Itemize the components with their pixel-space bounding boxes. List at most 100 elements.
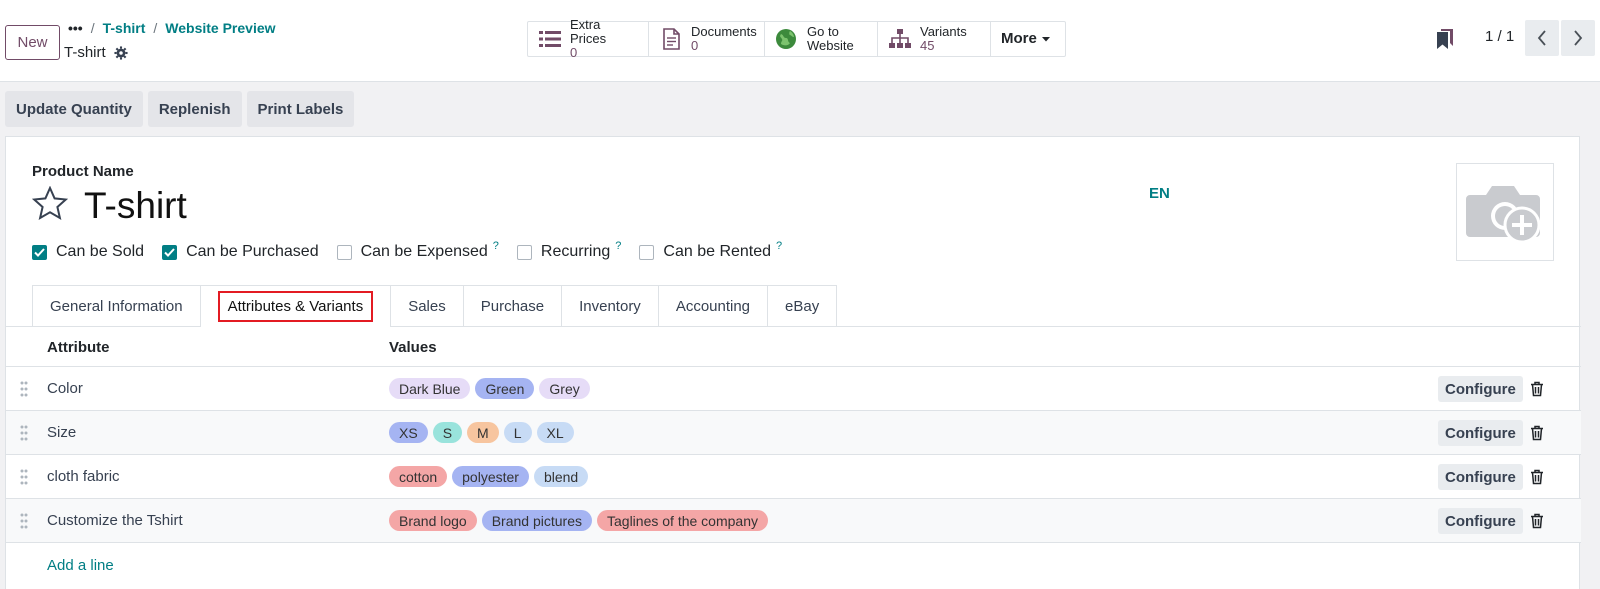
record-title-text: T-shirt [64,44,106,61]
value-tag[interactable]: polyester [452,466,529,487]
value-tag[interactable]: Brand pictures [481,510,592,531]
attribute-values[interactable]: Dark Blue Green Grey [389,378,590,399]
pager-value[interactable]: 1 / 1 [1485,28,1514,45]
extra-prices-button[interactable]: Extra Prices 0 [528,18,649,60]
globe-icon [776,29,796,49]
star-icon[interactable] [32,186,68,222]
attribute-name[interactable]: Size [47,424,76,441]
table-row[interactable]: cloth fabric cotton polyester blend Configur… [6,455,1581,499]
bookmark-icon[interactable] [1436,29,1454,49]
language-button[interactable]: EN [1149,185,1170,202]
camera-add-icon [1466,186,1541,244]
attribute-name[interactable]: cloth fabric [47,468,120,485]
attribute-values[interactable]: XS S M L XL [389,422,574,443]
attribute-values[interactable]: cotton polyester blend [389,466,589,487]
attribute-values[interactable]: Brand logo Brand pictures Taglines of the … [389,510,768,531]
tab-purchase[interactable]: Purchase [462,285,563,327]
trash-icon[interactable] [1530,513,1544,529]
value-tag[interactable]: S [432,422,463,443]
chevron-left-icon [1537,30,1546,46]
table-row[interactable]: Customize the Tshirt Brand logo Brand pict… [6,499,1581,543]
can-be-expensed-checkbox[interactable]: Can be Expensed ? [336,240,499,261]
documents-button[interactable]: Documents 0 [649,22,765,56]
drag-handle-icon[interactable] [20,469,28,485]
checkbox-label: Can be Rented [663,243,772,260]
trash-icon[interactable] [1530,425,1544,441]
add-line-row: Add a line [6,543,1581,587]
smart-button-label: Variants [920,24,967,39]
table-header: Attribute Values [6,327,1581,367]
checkbox-label: Can be Purchased [186,243,319,260]
can-be-rented-checkbox[interactable]: Can be Rented ? [639,240,782,261]
pager-previous-button[interactable] [1525,20,1559,56]
table-row[interactable]: Size XS S M L XL Configure [6,411,1581,455]
column-header-attribute[interactable]: Attribute [47,339,110,356]
table-row[interactable]: Color Dark Blue Green Grey Configure [6,367,1581,411]
check-icon [164,247,175,257]
drag-handle-icon[interactable] [20,425,28,441]
attribute-name[interactable]: Color [47,380,83,397]
help-tooltip-icon[interactable]: ? [776,240,782,252]
more-dropdown-button[interactable]: More [991,22,1065,56]
configure-button[interactable]: Configure [1438,420,1523,446]
configure-button[interactable]: Configure [1438,508,1523,534]
checkbox-label: Can be Sold [56,243,145,260]
checkbox-unchecked[interactable] [516,244,532,260]
new-button[interactable]: New [5,25,60,60]
recurring-checkbox[interactable]: Recurring ? [516,240,621,261]
breadcrumb-dots[interactable]: ••• [68,20,83,36]
value-tag[interactable]: Taglines of the company [597,510,768,531]
tab-general-information[interactable]: General Information [32,285,201,327]
print-labels-button[interactable]: Print Labels [246,91,355,127]
drag-handle-icon[interactable] [20,381,28,397]
checkbox-checked[interactable] [32,244,47,260]
value-tag[interactable]: XS [389,422,428,443]
tab-sales[interactable]: Sales [390,285,464,327]
trash-icon[interactable] [1530,469,1544,485]
action-bar: Update Quantity Replenish Print Labels [5,91,355,127]
tab-attributes-variants[interactable]: Attributes & Variants [199,285,392,327]
breadcrumb-separator: / [153,20,158,36]
replenish-button[interactable]: Replenish [147,91,242,127]
trash-icon[interactable] [1530,381,1544,397]
gear-icon[interactable] [114,45,128,60]
value-tag[interactable]: M [467,422,499,443]
drag-handle-icon[interactable] [20,513,28,529]
value-tag[interactable]: Dark Blue [389,378,471,399]
value-tag[interactable]: Green [475,378,535,399]
go-to-website-button[interactable]: Go to Website [765,22,878,56]
can-be-purchased-checkbox[interactable]: Can be Purchased [162,243,319,261]
value-tag[interactable]: Grey [539,378,590,399]
tab-accounting[interactable]: Accounting [657,285,769,327]
help-tooltip-icon[interactable]: ? [615,240,621,252]
pager-next-button[interactable] [1561,20,1595,56]
attribute-name[interactable]: Customize the Tshirt [47,512,183,529]
smart-button-value: 0 [570,45,578,60]
variants-button[interactable]: Variants 45 [878,22,991,56]
update-quantity-button[interactable]: Update Quantity [5,91,143,127]
breadcrumb-item-tshirt[interactable]: T-shirt [103,20,146,36]
product-name-label: Product Name [32,163,134,180]
configure-button[interactable]: Configure [1438,464,1523,490]
notebook-tabs: General Information Attributes & Variant… [32,285,838,327]
value-tag[interactable]: Brand logo [389,510,477,531]
checkbox-unchecked[interactable] [336,244,352,260]
tab-ebay[interactable]: eBay [767,285,838,327]
checkbox-checked[interactable] [162,244,178,260]
value-tag[interactable]: L [503,422,532,443]
document-icon [663,28,680,50]
configure-button[interactable]: Configure [1438,376,1523,402]
value-tag[interactable]: XL [536,422,574,443]
help-tooltip-icon[interactable]: ? [493,240,499,252]
product-image-upload[interactable] [1456,163,1554,261]
add-line-link[interactable]: Add a line [47,557,114,574]
product-name-field[interactable]: T-shirt [84,185,187,227]
column-header-values[interactable]: Values [389,339,437,356]
tab-inventory[interactable]: Inventory [561,285,659,327]
value-tag[interactable]: cotton [389,466,448,487]
value-tag[interactable]: blend [533,466,589,487]
breadcrumb-item-website-preview[interactable]: Website Preview [165,20,275,36]
list-icon [539,31,561,47]
checkbox-unchecked[interactable] [639,244,655,260]
can-be-sold-checkbox[interactable]: Can be Sold [32,243,144,261]
